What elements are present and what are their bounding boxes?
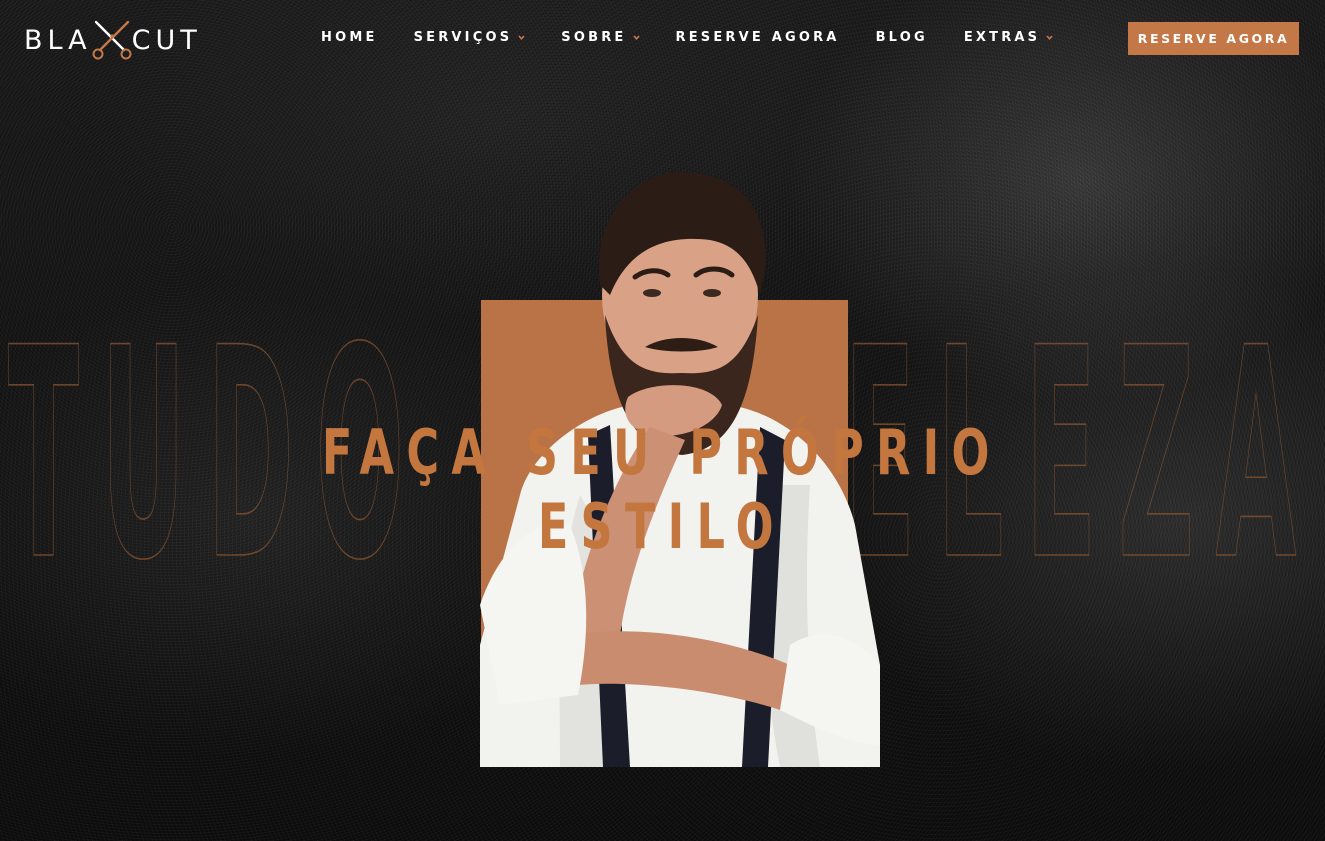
logo-text-right: CUT xyxy=(131,24,202,56)
nav-item-label: BLOG xyxy=(875,29,928,45)
nav-item-label: RESERVE AGORA xyxy=(675,29,840,45)
chevron-down-icon xyxy=(632,34,640,41)
reserve-now-button[interactable]: RESERVE AGORA xyxy=(1128,22,1299,55)
nav-item-label: SOBRE xyxy=(561,29,627,45)
chevron-down-icon xyxy=(518,34,525,41)
nav-item-sobre[interactable]: SOBRE xyxy=(561,29,640,45)
nav-item-blog[interactable]: BLOG xyxy=(876,30,928,45)
chevron-down-icon xyxy=(1046,34,1053,41)
main-navigation: HOME SERVIÇOS SOBRE RESERVE AGORA BLOG E… xyxy=(303,25,1071,49)
logo-text-left: BLA xyxy=(24,24,92,56)
hero-headline: FAÇA SEU PRÓPRIO ESTILO xyxy=(321,416,1002,563)
nav-item-label: HOME xyxy=(321,29,378,45)
nav-item-home[interactable]: HOME xyxy=(321,30,378,45)
nav-item-servicos[interactable]: SERVIÇOS xyxy=(414,30,526,45)
nav-item-extras[interactable]: EXTRAS xyxy=(964,30,1053,45)
nav-item-label: EXTRAS xyxy=(963,29,1041,45)
nav-item-label: SERVIÇOS xyxy=(413,29,513,45)
nav-item-reserve-agora[interactable]: RESERVE AGORA xyxy=(676,30,840,45)
scissors-icon xyxy=(90,18,134,62)
site-logo[interactable]: BLA CUT xyxy=(24,18,202,62)
